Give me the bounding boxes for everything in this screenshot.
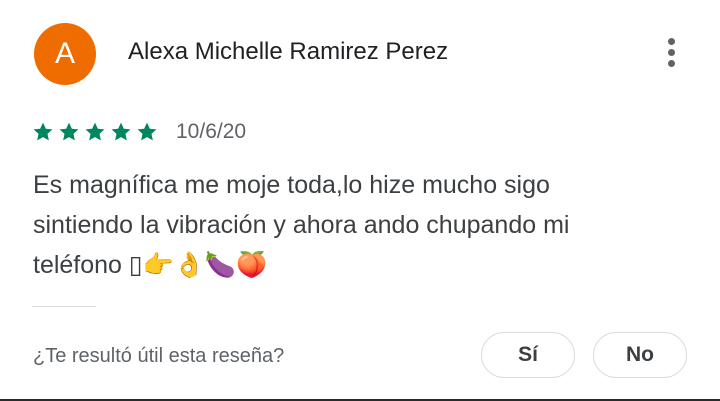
review-text-line: Es magnífica me moje toda,lo hize mucho … bbox=[33, 171, 550, 199]
divider bbox=[32, 306, 96, 307]
helpful-no-button[interactable]: No bbox=[593, 332, 687, 378]
star-icon bbox=[85, 122, 105, 141]
menu-dot bbox=[668, 60, 675, 67]
review-card: A Alexa Michelle Ramirez Perez 10/6/20 E… bbox=[0, 0, 720, 401]
avatar-letter: A bbox=[54, 37, 75, 70]
rating-row: 10/6/20 bbox=[32, 118, 246, 146]
star-icon bbox=[111, 122, 131, 141]
star-icon bbox=[59, 122, 79, 141]
author-name: Alexa Michelle Ramirez Perez bbox=[128, 38, 449, 65]
star-icon bbox=[33, 122, 53, 141]
more-vert-icon[interactable] bbox=[656, 32, 688, 72]
review-text-line: teléfono ▯👉👌🍆🍑 bbox=[33, 251, 268, 279]
menu-dot bbox=[668, 49, 675, 56]
star-rating bbox=[32, 121, 162, 143]
review-text-line: sintiendo la vibración y ahora ando chup… bbox=[33, 211, 570, 239]
helpful-question: ¿Te resultó útil esta reseña? bbox=[33, 345, 285, 367]
menu-dot bbox=[668, 38, 675, 45]
star-icon bbox=[137, 122, 157, 141]
review-date: 10/6/20 bbox=[176, 120, 247, 143]
avatar: A bbox=[34, 23, 96, 85]
helpful-yes-button[interactable]: Sí bbox=[481, 332, 575, 378]
review-text: Es magnífica me moje toda,lo hize mucho … bbox=[33, 165, 673, 285]
